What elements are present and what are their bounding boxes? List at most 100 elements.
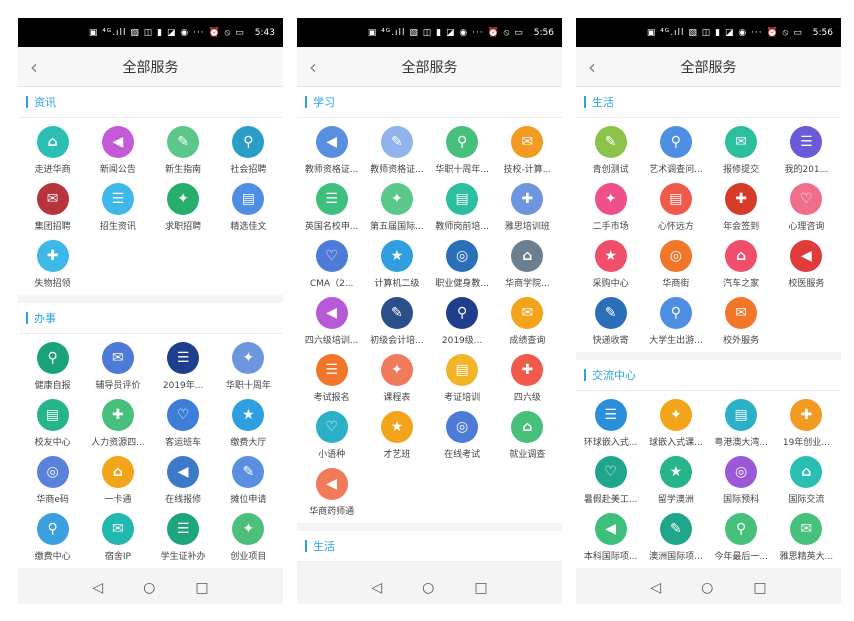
service-item[interactable]: ✉ 成绩查询 [495,293,560,350]
service-item[interactable]: ☰ 考试报名 [299,350,364,407]
service-item[interactable]: ▤ 精选佳文 [216,179,281,236]
nav-back-icon[interactable]: ◁ [650,580,661,596]
nav-home-icon[interactable]: ○ [143,580,155,596]
service-item[interactable]: ✦ 创业项目 [216,509,281,566]
service-item[interactable]: ⌂ 汽车之家 [709,236,774,293]
service-item[interactable]: ◀ 校医服务 [774,236,839,293]
service-item[interactable]: ✚ 人力资源四... [85,395,150,452]
service-item[interactable]: ✎ 澳洲国际项... [643,509,708,566]
service-item[interactable]: ⚲ 大学生出游... [643,293,708,350]
back-icon[interactable]: ‹ [588,55,596,79]
service-item[interactable]: ★ 才艺班 [364,407,429,464]
service-item[interactable]: ⌂ 一卡通 [85,452,150,509]
service-item[interactable]: ⌂ 走进华商 [20,122,85,179]
service-item[interactable]: ◎ 在线考试 [430,407,495,464]
service-item[interactable]: ☰ 环球嵌入式... [578,395,643,452]
service-item[interactable]: ⚲ 2019级... [430,293,495,350]
service-item[interactable]: ♡ 心理咨询 [774,179,839,236]
service-item[interactable]: ◎ 国际预科 [709,452,774,509]
service-item[interactable]: ☰ 学生证补办 [151,509,216,566]
service-item[interactable]: ♡ 客运班车 [151,395,216,452]
service-icon: ♡ [594,456,627,488]
service-icon: ★ [380,411,413,443]
service-item[interactable]: ☰ 英国名校申... [299,179,364,236]
service-item[interactable]: ✉ 技校-计算... [495,122,560,179]
service-item[interactable]: ◎ 华商街 [643,236,708,293]
service-item[interactable]: ✉ 宿舍IP [85,509,150,566]
service-item[interactable]: ★ 计算机二级 [364,236,429,293]
service-item[interactable]: ✦ 求职招聘 [151,179,216,236]
service-icon: ☰ [315,354,348,386]
service-item[interactable]: ☰ 我的201... [774,122,839,179]
service-item[interactable]: ♡ CMA（2... [299,236,364,293]
service-item[interactable]: ♡ 暑假赴美工... [578,452,643,509]
service-icon: ☰ [101,183,134,215]
service-item[interactable]: ★ 采购中心 [578,236,643,293]
service-item[interactable]: ⚲ 健康自报 [20,338,85,395]
service-item[interactable]: ◀ 新闻公告 [85,122,150,179]
service-item[interactable]: ✎ 教师资格证... [364,122,429,179]
service-item[interactable]: ✎ 初级会计培... [364,293,429,350]
service-item[interactable]: ◀ 本科国际项... [578,509,643,566]
service-list[interactable]: 生活 ✎ 青创测试 ⚲ 艺术调查问... ✉ 报修提交 ☰ 我的201... ✦ 二手市… [576,87,841,572]
service-item[interactable]: ✚ 年会签到 [709,179,774,236]
service-item[interactable]: ✎ 快递收寄 [578,293,643,350]
nav-home-icon[interactable]: ○ [701,580,713,596]
service-item[interactable]: ◎ 职业健身教... [430,236,495,293]
service-item[interactable]: ✉ 辅导员评价 [85,338,150,395]
service-item[interactable]: ▤ 教师岗前培... [430,179,495,236]
nav-recent-icon[interactable]: □ [195,580,208,596]
service-item[interactable]: ⌂ 华商学院... [495,236,560,293]
service-item[interactable]: ⚲ 艺术调查问... [643,122,708,179]
service-item[interactable]: ✉ 报修提交 [709,122,774,179]
service-item[interactable]: ✦ 球嵌入式课... [643,395,708,452]
service-list[interactable]: 学习 ◀ 教师资格证... ✎ 教师资格证... ⚲ 华职十周年... ✉ 技校-计算… [297,87,562,572]
service-item[interactable]: ⌂ 国际交流 [774,452,839,509]
service-item[interactable]: ♡ 小语种 [299,407,364,464]
nav-recent-icon[interactable]: □ [474,580,487,596]
service-item[interactable]: ✦ 二手市场 [578,179,643,236]
service-item[interactable]: ✉ 雅思精英大... [774,509,839,566]
service-label: 初级会计培... [370,336,424,346]
service-item[interactable]: ▤ 考证培训 [430,350,495,407]
section-header: 交流中心 [576,360,841,391]
service-list[interactable]: 资讯 ⌂ 走进华商 ◀ 新闻公告 ✎ 新生指南 ⚲ 社会招聘 ✉ 集团招聘 ☰ 招生资讯 ✦… [18,87,283,572]
service-item[interactable]: ✎ 摊位申请 [216,452,281,509]
service-item[interactable]: ☰ 招生资讯 [85,179,150,236]
service-item[interactable]: ◀ 在线报修 [151,452,216,509]
service-item[interactable]: ✚ 雅思培训班 [495,179,560,236]
nav-back-icon[interactable]: ◁ [92,580,103,596]
service-item[interactable]: ⚲ 华职十周年... [430,122,495,179]
back-icon[interactable]: ‹ [309,55,317,79]
service-item[interactable]: ▤ 心怀远方 [643,179,708,236]
nav-recent-icon[interactable]: □ [753,580,766,596]
service-label: 考试报名 [313,393,350,403]
service-item[interactable]: ▤ 校友中心 [20,395,85,452]
service-item[interactable]: ★ 缴费大厅 [216,395,281,452]
service-item[interactable]: ◎ 华商e码 [20,452,85,509]
service-item[interactable]: ⚲ 缴费中心 [20,509,85,566]
service-item[interactable]: ✚ 失物招领 [20,236,85,293]
service-item[interactable]: ◀ 华商药师通 [299,464,364,521]
service-item[interactable]: ◀ 四六级培训... [299,293,364,350]
service-item[interactable]: ✎ 青创测试 [578,122,643,179]
service-item[interactable]: ◀ 教师资格证... [299,122,364,179]
service-item[interactable]: ✉ 集团招聘 [20,179,85,236]
service-item[interactable]: ✚ 19年创业... [774,395,839,452]
service-item[interactable]: ▤ 粤港澳大湾... [709,395,774,452]
service-item[interactable]: ✚ 四六级 [495,350,560,407]
service-item[interactable]: ✎ 新生指南 [151,122,216,179]
service-item[interactable]: ⚲ 社会招聘 [216,122,281,179]
service-label: 二手市场 [592,222,629,232]
service-item[interactable]: ✦ 第五届国际... [364,179,429,236]
service-item[interactable]: ⌂ 就业调查 [495,407,560,464]
service-item[interactable]: ★ 留学澳洲 [643,452,708,509]
nav-back-icon[interactable]: ◁ [371,580,382,596]
back-icon[interactable]: ‹ [30,55,38,79]
service-item[interactable]: ☰ 2019年... [151,338,216,395]
service-item[interactable]: ✉ 校外服务 [709,293,774,350]
service-item[interactable]: ⚲ 今年最后一... [709,509,774,566]
service-item[interactable]: ✦ 课程表 [364,350,429,407]
service-item[interactable]: ✦ 华职十周年 [216,338,281,395]
nav-home-icon[interactable]: ○ [422,580,434,596]
